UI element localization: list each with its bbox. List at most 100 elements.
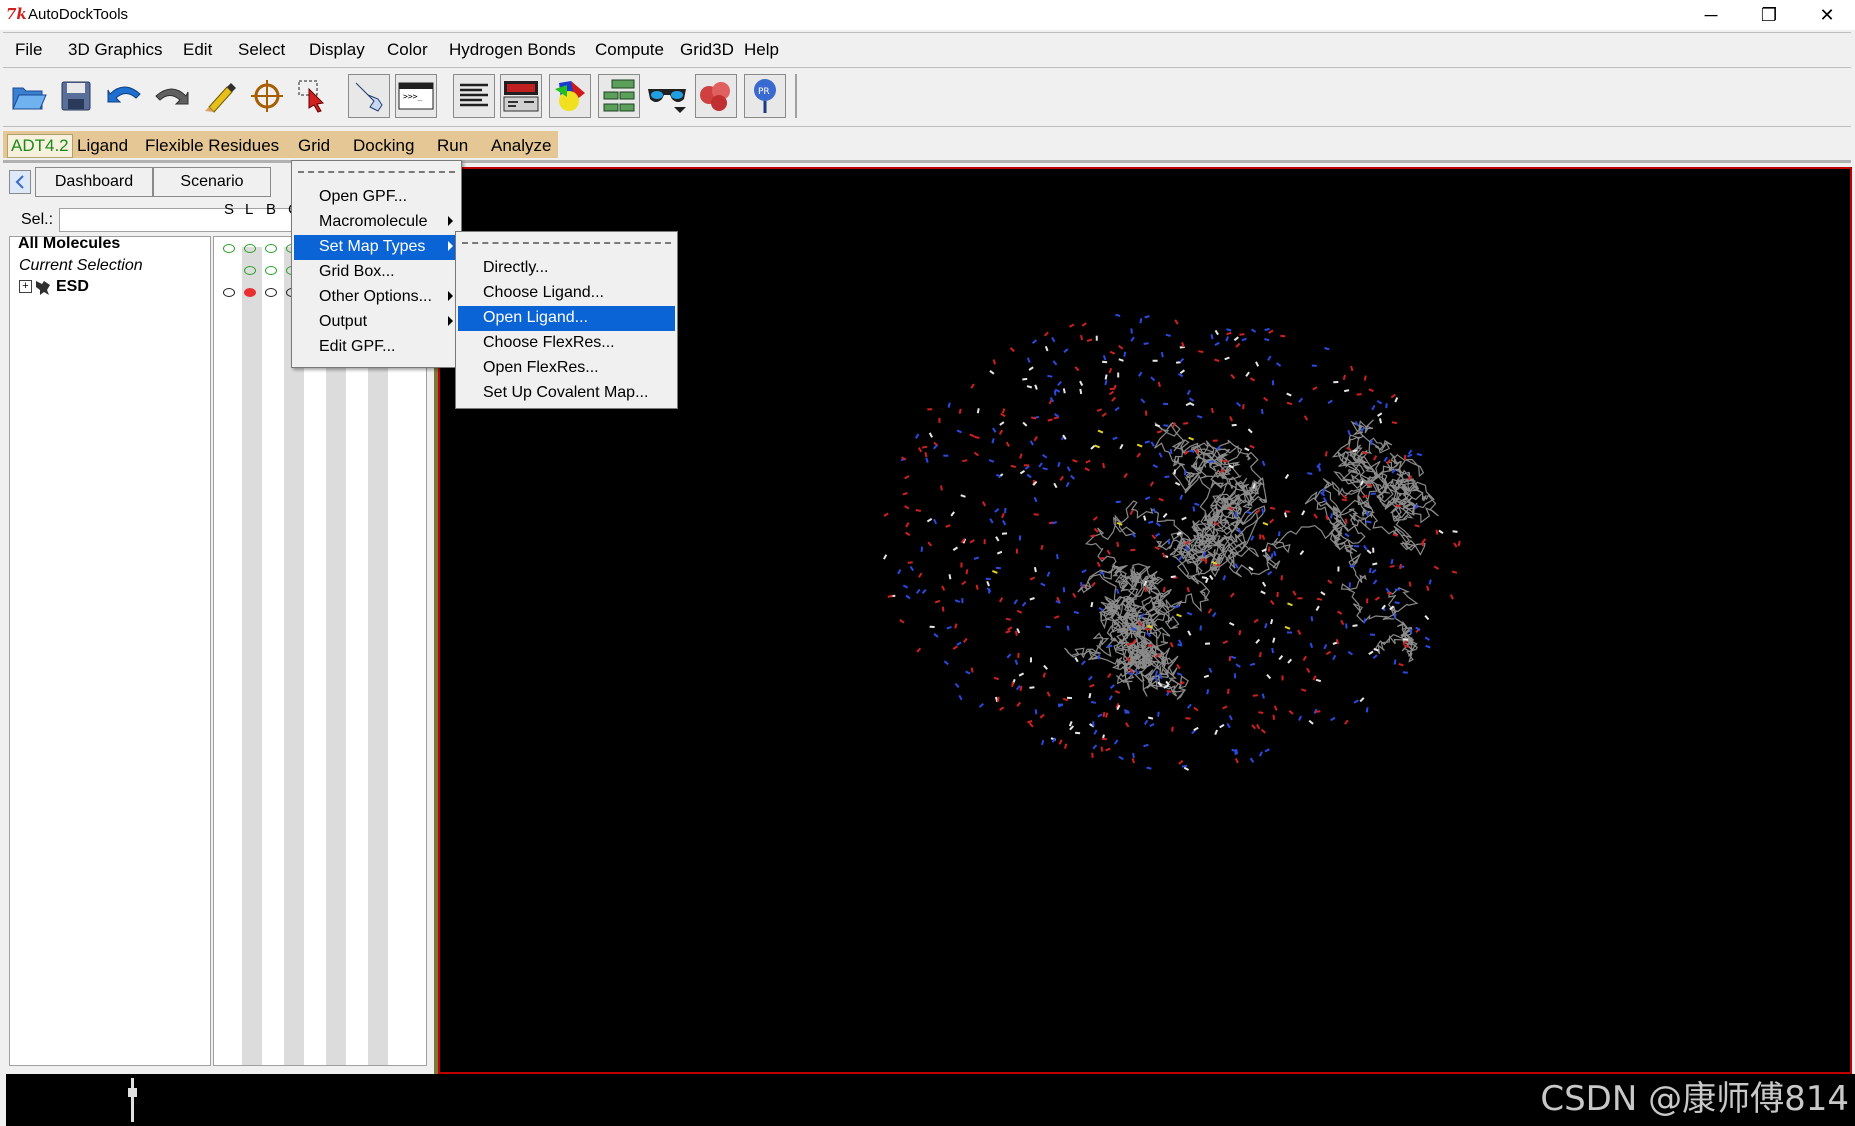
atom-bond [1063,348,1069,354]
column-header-s[interactable]: S [224,201,234,218]
atom-bond [1006,653,1012,659]
tree-structure-icon[interactable] [598,74,640,118]
menu-item-set-map-types[interactable]: Set Map Types [294,235,459,260]
menu-item-macromolecule[interactable]: Macromolecule [294,210,459,235]
menu-edit[interactable]: Edit [183,40,212,60]
show-toggle[interactable] [223,244,235,253]
adt-version-label[interactable]: ADT4.2 [7,134,73,158]
python-shell-icon[interactable]: >>>_ [395,74,437,118]
menu-item-edit-gpf[interactable]: Edit GPF... [294,335,459,360]
minimize-button[interactable]: ─ [1682,0,1740,30]
atom-bond [1210,407,1214,414]
atom-bond [1202,551,1207,557]
atom-bond [1245,371,1250,377]
atom-bond [1269,599,1275,606]
tab-scenario[interactable]: Scenario [153,167,271,197]
atom-bond [1186,389,1191,396]
atom-bond [1011,681,1014,688]
atom-bond [1157,381,1161,388]
collapse-panel-button[interactable] [9,170,31,194]
atom-bond [1241,337,1247,342]
pmv-balloon-icon[interactable]: PR [744,74,786,118]
menu-tearoff[interactable] [462,242,671,244]
show-toggle[interactable] [265,288,277,297]
atom-bond [994,508,1000,513]
atom-bond [1414,524,1420,528]
show-toggle[interactable] [223,288,235,297]
atom-bond [1164,475,1170,479]
menu-color[interactable]: Color [387,40,428,60]
menu-item-output[interactable]: Output [294,310,459,335]
show-toggle[interactable] [244,266,256,275]
atom-bond [1235,663,1241,668]
color-spheres-icon[interactable] [549,74,591,118]
atom-bond [1298,397,1304,403]
text-lines-icon[interactable] [453,74,495,118]
atom-bond [1253,618,1259,624]
adt-menu-grid[interactable]: Grid [298,136,330,156]
atom-bond [1356,393,1362,396]
atom-bond [995,566,1001,570]
menu-grid3d[interactable]: Grid3D [680,40,734,60]
adt-menu-run[interactable]: Run [437,136,468,156]
dashboard-monitor-icon[interactable] [500,74,542,118]
current-selection-node[interactable]: Current Selection [19,257,143,275]
progress-handle[interactable] [128,1088,137,1097]
atom-bond [1258,651,1262,658]
show-toggle-active[interactable] [244,288,256,297]
menu-3d-graphics[interactable]: 3D Graphics [68,40,162,60]
undo-arrow-icon[interactable] [103,74,145,118]
menu-item-open-ligand[interactable]: Open Ligand... [458,306,675,331]
adt-menu-bar: ADT4.2 Ligand Flexible Residues Grid Doc… [3,131,558,158]
menu-compute[interactable]: Compute [595,40,664,60]
show-toggle[interactable] [265,244,277,253]
menu-item-set-up-covalent-map[interactable]: Set Up Covalent Map... [458,381,675,406]
menu-item-other-options[interactable]: Other Options... [294,285,459,310]
menu-display[interactable]: Display [309,40,365,60]
expand-icon[interactable]: + [19,280,32,293]
atom-bond [1072,592,1077,599]
atom-bond [999,706,1005,711]
molecule-surface-icon[interactable] [695,74,737,118]
save-disk-icon[interactable] [55,74,97,118]
menu-item-directly[interactable]: Directly... [458,256,675,281]
hand-pointer-icon[interactable] [348,74,390,118]
menu-item-choose-ligand[interactable]: Choose Ligand... [458,281,675,306]
all-molecules-node[interactable]: All Molecules [18,235,120,253]
molecule-node-esd[interactable]: ESD [56,278,89,296]
open-folder-icon[interactable] [8,74,50,118]
sulfur-bond [1188,436,1194,441]
menu-hydrogen-bonds[interactable]: Hydrogen Bonds [449,40,576,60]
adt-menu-ligand[interactable]: Ligand [77,136,128,156]
3d-glasses-icon[interactable] [646,74,688,118]
close-button[interactable]: ✕ [1798,0,1855,30]
adt-menu-analyze[interactable]: Analyze [491,136,551,156]
pencil-icon[interactable] [199,74,241,118]
crosshair-icon[interactable] [246,74,288,118]
column-header-l[interactable]: L [245,201,253,218]
atom-bond [932,444,938,450]
menu-item-choose-flexres[interactable]: Choose FlexRes... [458,331,675,356]
menu-tearoff[interactable] [298,171,455,173]
menu-item-grid-box[interactable]: Grid Box... [294,260,459,285]
atom-bond [1238,629,1242,636]
menu-item-open-flexres[interactable]: Open FlexRes... [458,356,675,381]
column-header-b[interactable]: B [266,201,276,218]
restore-button[interactable]: ❐ [1740,0,1798,30]
show-toggle[interactable] [244,244,256,253]
atom-bond [1112,436,1118,441]
menu-file[interactable]: File [15,40,42,60]
adt-menu-docking[interactable]: Docking [353,136,414,156]
menu-item-open-gpf[interactable]: Open GPF... [294,185,459,210]
atom-bond [991,438,995,444]
menu-select[interactable]: Select [238,40,285,60]
redo-arrow-icon[interactable] [151,74,193,118]
menu-help[interactable]: Help [744,40,779,60]
adt-menu-flexible-residues[interactable]: Flexible Residues [145,136,279,156]
show-toggle[interactable] [265,266,277,275]
select-pick-icon[interactable] [293,74,335,118]
atom-bond [1013,599,1018,605]
atom-bond [1269,506,1276,510]
tab-dashboard[interactable]: Dashboard [35,167,153,197]
atom-bond [1176,672,1183,676]
